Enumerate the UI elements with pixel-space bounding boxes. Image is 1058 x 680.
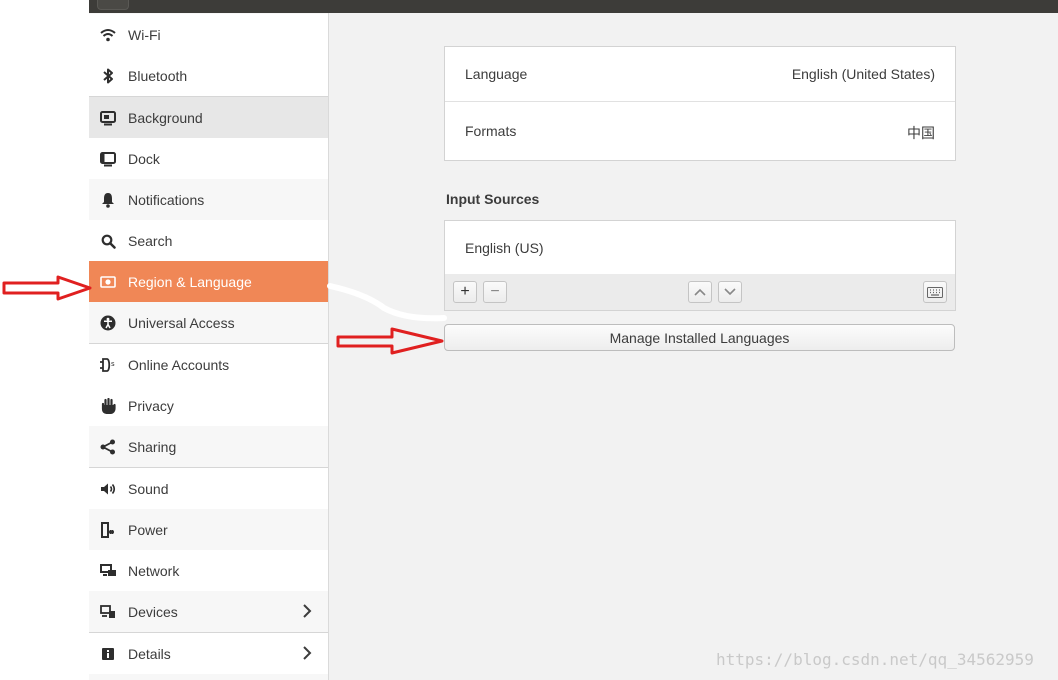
chevron-up-icon xyxy=(694,288,706,296)
sidebar-item-label: Online Accounts xyxy=(128,357,230,373)
sidebar-item-notifications[interactable]: Notifications xyxy=(89,179,328,220)
devices-icon xyxy=(99,603,117,621)
sidebar-item-background[interactable]: Background xyxy=(89,97,328,138)
accessibility-icon xyxy=(99,314,117,332)
sidebar-item-label: Bluetooth xyxy=(128,68,188,84)
sidebar-item-devices[interactable]: Devices xyxy=(89,591,328,632)
language-label: Language xyxy=(465,66,528,82)
sidebar-item-universal-access[interactable]: Universal Access xyxy=(89,302,328,343)
sidebar-item-label: Background xyxy=(128,110,203,126)
svg-text:s: s xyxy=(111,360,115,368)
sidebar-item-label: Power xyxy=(128,522,168,538)
formats-value: 中国 xyxy=(907,125,935,141)
chevron-right-icon xyxy=(302,645,314,663)
speaker-icon xyxy=(99,480,117,498)
watermark: https://blog.csdn.net/qq_34562959 xyxy=(716,650,1034,669)
sidebar-item-label: Universal Access xyxy=(128,315,235,331)
share-icon xyxy=(99,438,117,456)
sidebar-item-sharing[interactable]: Sharing xyxy=(89,426,328,467)
keyboard-icon xyxy=(927,286,943,298)
online-accounts-icon: s xyxy=(99,356,117,374)
sidebar-divider xyxy=(89,467,328,468)
input-sources-list: English (US) xyxy=(444,220,956,275)
sidebar-item-label: Details xyxy=(128,646,171,662)
sidebar-item-label: Region & Language xyxy=(128,274,252,290)
chevron-down-icon xyxy=(724,288,736,296)
window-titlebar xyxy=(89,0,1058,13)
keyboard-layout-button[interactable] xyxy=(923,281,947,303)
bluetooth-icon xyxy=(99,67,117,85)
manage-installed-languages-button[interactable]: Manage Installed Languages xyxy=(444,324,955,351)
bell-icon xyxy=(99,191,117,209)
sidebar-item-label: Dock xyxy=(128,151,160,167)
input-sources-title: Input Sources xyxy=(446,191,540,207)
sidebar-item-label: Wi-Fi xyxy=(128,27,161,43)
formats-label: Formats xyxy=(465,123,517,139)
plus-icon: + xyxy=(460,283,470,300)
remove-input-source-button[interactable]: − xyxy=(483,281,507,303)
sidebar-item-network[interactable]: Network xyxy=(89,550,328,591)
input-source-row[interactable]: English (US) xyxy=(445,221,955,275)
sidebar-item-label: Privacy xyxy=(128,398,174,414)
sidebar-item-label: Sharing xyxy=(128,439,177,455)
sidebar-item-search[interactable]: Search xyxy=(89,220,328,261)
move-up-button[interactable] xyxy=(688,281,712,303)
sidebar-divider xyxy=(89,96,328,97)
sidebar-item-sound[interactable]: Sound xyxy=(89,468,328,509)
sidebar-item-bluetooth[interactable]: Bluetooth xyxy=(89,55,328,96)
power-icon xyxy=(99,521,117,539)
sidebar-item-power[interactable]: Power xyxy=(89,509,328,550)
input-source-label: English (US) xyxy=(465,240,544,256)
sidebar-item-details[interactable]: Details xyxy=(89,633,328,674)
chevron-right-icon xyxy=(302,603,314,621)
background-icon xyxy=(99,109,117,127)
formats-row[interactable]: Formats 中国 xyxy=(445,102,955,160)
sidebar-item-label: Sound xyxy=(128,481,169,497)
sidebar-item-label: Devices xyxy=(128,604,178,620)
move-down-button[interactable] xyxy=(718,281,742,303)
input-sources-toolbar: + − xyxy=(444,274,956,311)
sidebar-item-wifi[interactable]: Wi-Fi xyxy=(89,14,328,55)
dock-icon xyxy=(99,150,117,168)
sidebar-divider xyxy=(89,343,328,344)
hand-icon xyxy=(99,397,117,415)
settings-sidebar: Wi-Fi Bluetooth Background Dock Notifica… xyxy=(89,13,328,680)
add-input-source-button[interactable]: + xyxy=(453,281,477,303)
titlebar-button[interactable] xyxy=(97,0,129,10)
region-icon xyxy=(99,273,117,291)
sidebar-item-privacy[interactable]: Privacy xyxy=(89,385,328,426)
sidebar-item-label: Network xyxy=(128,563,180,579)
sidebar-item-label: Search xyxy=(128,233,173,249)
sidebar-item-dock[interactable]: Dock xyxy=(89,138,328,179)
language-row[interactable]: Language English (United States) xyxy=(445,47,955,102)
minus-icon: − xyxy=(490,283,500,300)
sidebar-item-label: Notifications xyxy=(128,192,205,208)
wifi-icon xyxy=(99,26,117,44)
network-icon xyxy=(99,562,117,580)
language-value: English (United States) xyxy=(791,66,935,82)
sidebar-item-online-accounts[interactable]: s Online Accounts xyxy=(89,344,328,385)
language-formats-panel: Language English (United States) Formats… xyxy=(444,46,956,161)
search-icon xyxy=(99,232,117,250)
info-icon xyxy=(99,645,117,663)
sidebar-divider xyxy=(89,632,328,633)
annotation-arrow-icon xyxy=(2,275,92,301)
sidebar-item-region-language[interactable]: Region & Language xyxy=(89,261,328,302)
